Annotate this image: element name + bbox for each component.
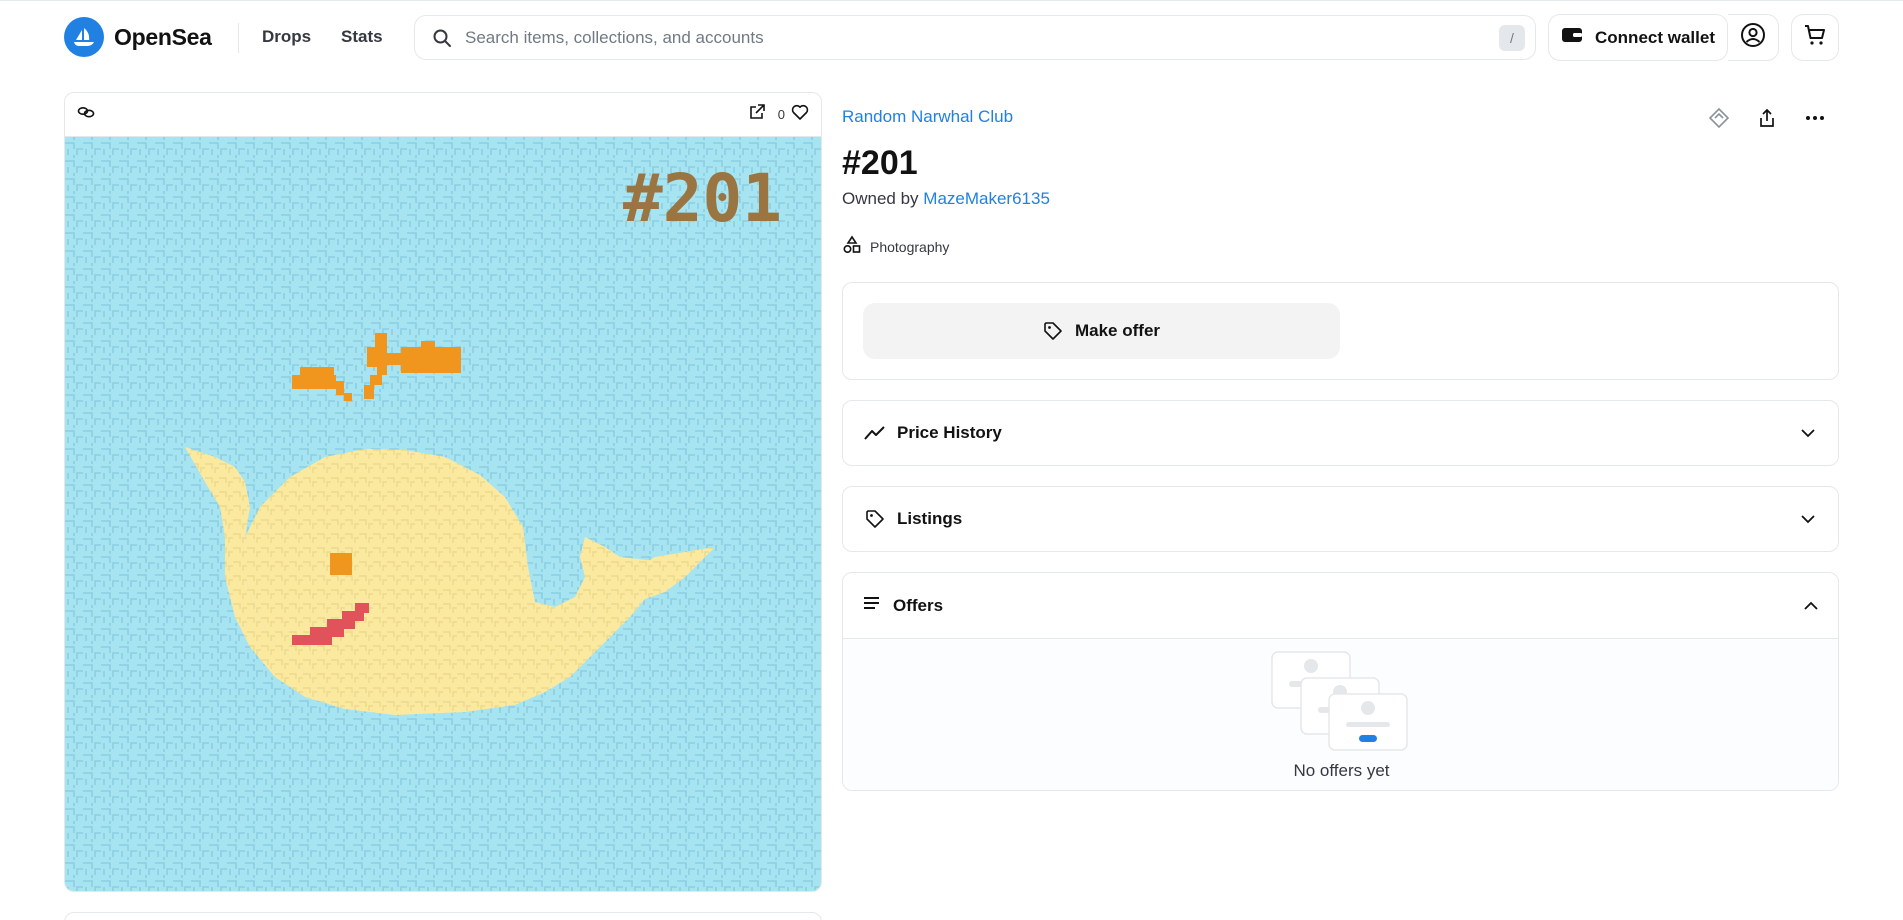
nav-stats-link[interactable]: Stats <box>341 27 383 47</box>
chevron-down-icon <box>1798 423 1818 443</box>
search-bar[interactable]: Search items, collections, and accounts … <box>414 15 1536 60</box>
category-label: Photography <box>870 238 950 255</box>
make-offer-label: Make offer <box>1074 321 1161 340</box>
connect-wallet-button[interactable]: Connect wallet <box>1548 14 1728 61</box>
no-offers-text: No offers yet <box>1293 761 1390 780</box>
tag-icon <box>863 507 887 531</box>
trend-line-icon <box>863 421 887 445</box>
artwork-number-text: #201 <box>623 160 782 237</box>
chain-icon <box>77 103 95 126</box>
open-external-icon[interactable] <box>748 103 766 126</box>
transfer-icon[interactable] <box>1705 104 1733 132</box>
opensea-logo-icon <box>64 17 104 57</box>
offers-label: Offers <box>893 595 944 615</box>
tag-icon <box>1043 321 1063 341</box>
nft-artwork[interactable]: #201 <box>65 137 821 891</box>
nav-drops-link[interactable]: Drops <box>262 27 311 47</box>
list-icon <box>863 595 883 616</box>
owned-by: Owned by MazeMaker6135 <box>842 189 1050 209</box>
media-panel: 0 #201 <box>64 92 822 892</box>
shapes-icon <box>842 235 862 258</box>
search-shortcut-badge: / <box>1499 24 1525 51</box>
brand-logo[interactable]: OpenSea <box>64 17 212 57</box>
collection-link[interactable]: Random Narwhal Club <box>842 107 1013 127</box>
header-divider <box>238 23 239 53</box>
connect-wallet-label: Connect wallet <box>1595 27 1715 47</box>
price-history-accordion[interactable]: Price History <box>842 400 1839 466</box>
price-history-label: Price History <box>897 423 1002 442</box>
offers-header[interactable]: Offers <box>843 573 1838 639</box>
listings-label: Listings <box>897 509 963 528</box>
owner-link[interactable]: MazeMaker6135 <box>923 189 1050 208</box>
header: OpenSea Drops Stats Search items, collec… <box>0 1 1903 73</box>
share-icon[interactable] <box>1753 104 1781 132</box>
whale-eye-shape <box>330 553 352 575</box>
wallet-icon <box>1561 26 1583 49</box>
chevron-up-icon <box>1804 597 1818 615</box>
more-options-icon[interactable] <box>1801 104 1829 132</box>
profile-button[interactable] <box>1728 14 1779 61</box>
offers-body: No offers yet <box>843 639 1838 790</box>
make-offer-button[interactable]: Make offer <box>863 303 1340 359</box>
empty-offers-illustration <box>1271 651 1411 760</box>
offers-accordion: Offers No offers yet <box>842 572 1839 791</box>
heart-icon[interactable] <box>791 103 809 126</box>
owned-by-label: Owned by <box>842 189 919 208</box>
favorite-count: 0 <box>777 107 785 122</box>
offer-card: Make offer <box>842 282 1839 380</box>
media-toolbar: 0 <box>65 93 821 137</box>
cart-icon <box>1803 23 1827 52</box>
listings-accordion[interactable]: Listings <box>842 486 1839 552</box>
chevron-down-icon <box>1798 509 1818 529</box>
search-input[interactable]: Search items, collections, and accounts <box>465 28 1499 48</box>
profile-icon <box>1740 22 1766 53</box>
search-icon <box>431 27 453 49</box>
item-title: #201 <box>842 144 918 182</box>
description-card-edge <box>64 912 822 920</box>
cart-button[interactable] <box>1791 14 1839 61</box>
category-tag[interactable]: Photography <box>842 235 949 258</box>
brand-name: OpenSea <box>114 23 212 50</box>
